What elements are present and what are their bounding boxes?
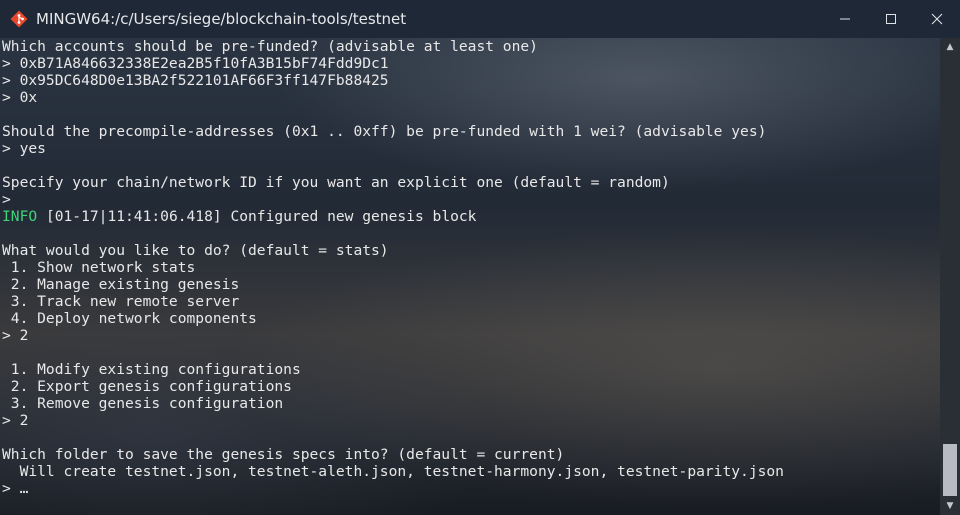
log-level-tag: INFO [2,208,38,225]
terminal-line: Which accounts should be pre-funded? (ad… [2,38,784,55]
terminal-line: What would you like to do? (default = st… [2,242,784,259]
terminal-line: > … [2,480,784,497]
scrollbar-thumb[interactable] [943,444,957,496]
terminal-line-text: > 2 [2,412,29,429]
terminal-line-text: [01-17|11:41:06.418] Configured new gene… [37,208,477,225]
terminal-line-text: > 0x [2,89,38,106]
terminal-line-text: 4. Deploy network components [2,310,257,327]
terminal-line: > [2,191,784,208]
terminal-line-text: 2. Manage existing genesis [2,276,240,293]
terminal-line: 4. Deploy network components [2,310,784,327]
terminal-line: 1. Show network stats [2,259,784,276]
terminal-line-text: Specify your chain/network ID if you wan… [2,174,670,191]
terminal-line-text: Will create testnet.json, testnet-aleth.… [2,463,784,480]
vertical-scrollbar[interactable]: ▲ ▼ [940,38,960,515]
terminal-line: 3. Track new remote server [2,293,784,310]
window-title: MINGW64:/c/Users/siege/blockchain-tools/… [36,10,407,28]
terminal-line-text: > 0xB71A846632338E2ea2B5f10fA3B15bF74Fdd… [2,55,389,72]
minimize-icon [839,13,851,25]
terminal-line-text: > 0x95DC648D0e13BA2f522101AF66F3ff147Fb8… [2,72,389,89]
terminal-line: 2. Export genesis configurations [2,378,784,395]
terminal-line: > 0x95DC648D0e13BA2f522101AF66F3ff147Fb8… [2,72,784,89]
maximize-icon [885,13,897,25]
terminal-line: Specify your chain/network ID if you wan… [2,174,784,191]
terminal-line-text: Which accounts should be pre-funded? (ad… [2,38,538,55]
terminal-line-text: Should the precompile-addresses (0x1 .. … [2,123,767,140]
terminal-line-text: 1. Show network stats [2,259,196,276]
terminal-line: Will create testnet.json, testnet-aleth.… [2,463,784,480]
scroll-up-arrow-icon[interactable]: ▲ [940,38,960,56]
terminal-line-text: Which folder to save the genesis specs i… [2,446,565,463]
terminal-line: > yes [2,140,784,157]
title-bar[interactable]: MINGW64:/c/Users/siege/blockchain-tools/… [0,0,960,38]
terminal-line: > 2 [2,327,784,344]
terminal-text: Which accounts should be pre-funded? (ad… [2,38,784,497]
terminal-line: > 2 [2,412,784,429]
terminal-line: 2. Manage existing genesis [2,276,784,293]
terminal-line: 3. Remove genesis configuration [2,395,784,412]
close-icon [931,13,943,25]
terminal-line: Which folder to save the genesis specs i… [2,446,784,463]
terminal-line: 1. Modify existing configurations [2,361,784,378]
terminal-line: > 0x [2,89,784,106]
terminal-line: Should the precompile-addresses (0x1 .. … [2,123,784,140]
scroll-down-arrow-icon[interactable]: ▼ [940,497,960,515]
git-bash-icon [10,10,28,28]
close-button[interactable] [914,0,960,38]
terminal-line-text: What would you like to do? (default = st… [2,242,389,259]
terminal-line: > 0xB71A846632338E2ea2B5f10fA3B15bF74Fdd… [2,55,784,72]
terminal-window: MINGW64:/c/Users/siege/blockchain-tools/… [0,0,960,515]
terminal-line-text: 1. Modify existing configurations [2,361,301,378]
terminal-output[interactable]: Which accounts should be pre-funded? (ad… [0,38,940,515]
minimize-button[interactable] [822,0,868,38]
terminal-line-text: > yes [2,140,46,157]
terminal-line-text: > … [2,480,29,497]
maximize-button[interactable] [868,0,914,38]
terminal-line-text: 3. Remove genesis configuration [2,395,284,412]
terminal-line-text: > 2 [2,327,29,344]
terminal-line-text: > [2,191,11,208]
terminal-line-text: 2. Export genesis configurations [2,378,292,395]
terminal-line-text: 3. Track new remote server [2,293,240,310]
terminal-line: INFO [01-17|11:41:06.418] Configured new… [2,208,784,225]
